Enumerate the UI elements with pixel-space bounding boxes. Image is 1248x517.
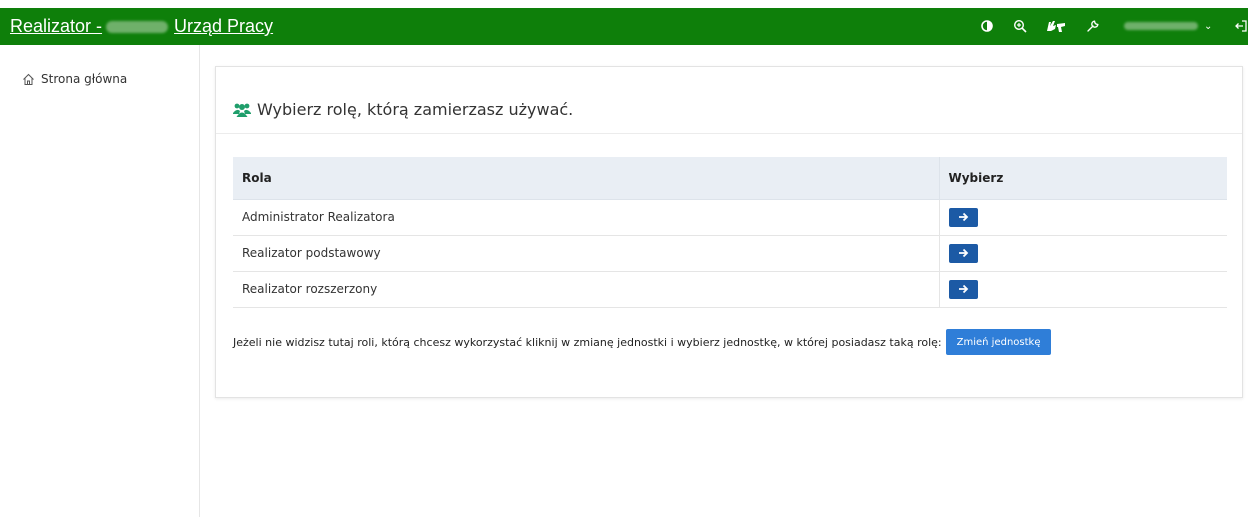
brand-prefix: Realizator -: [10, 16, 103, 36]
user-menu[interactable]: ⌄: [1124, 17, 1216, 35]
page-title: Wybierz rolę, którą zamierzasz używać.: [232, 100, 573, 119]
role-select-card: Wybierz rolę, którą zamierzasz używać. R…: [215, 66, 1243, 398]
sidebar-item-home[interactable]: Strona główna: [22, 72, 127, 86]
logout-icon[interactable]: [1232, 17, 1248, 35]
arrow-right-icon: [958, 284, 968, 294]
top-bar: Realizator - Urząd Pracy ⌄: [0, 8, 1248, 45]
brand-suffix: Urząd Pracy: [174, 16, 274, 36]
select-cell: [939, 235, 1227, 272]
column-header-select: Wybierz: [939, 157, 1227, 200]
redacted-username: [1124, 22, 1198, 30]
info-text: Jeżeli nie widzisz tutaj roli, którą chc…: [233, 335, 942, 349]
select-role-button[interactable]: [948, 279, 978, 299]
redacted-unit-name: [106, 21, 169, 34]
arrow-right-icon: [958, 212, 968, 222]
chevron-down-icon: ⌄: [1204, 20, 1213, 32]
role-name-cell: Administrator Realizatora: [233, 199, 940, 236]
sidebar: Strona główna: [0, 45, 200, 517]
sign-language-icon[interactable]: [1044, 17, 1068, 35]
info-line: Jeżeli nie widzisz tutaj roli, którą chc…: [233, 329, 1052, 355]
select-cell: [939, 271, 1227, 308]
role-name-cell: Realizator podstawowy: [233, 235, 940, 272]
table-header-row: Rola Wybierz: [233, 157, 1227, 200]
change-unit-button[interactable]: Zmień jednostkę: [945, 329, 1052, 355]
select-cell: [939, 199, 1227, 236]
contrast-icon[interactable]: [978, 17, 996, 35]
select-role-button[interactable]: [948, 207, 978, 227]
select-role-button[interactable]: [948, 243, 978, 263]
zoom-icon[interactable]: [1011, 17, 1029, 35]
home-icon: [23, 73, 34, 85]
wrench-icon[interactable]: [1084, 17, 1102, 35]
brand-link[interactable]: Realizator - Urząd Pracy: [10, 14, 273, 38]
users-icon: [233, 103, 251, 117]
table-row: Realizator podstawowy: [233, 235, 1227, 272]
role-name-cell: Realizator rozszerzony: [233, 271, 940, 308]
arrow-right-icon: [958, 248, 968, 258]
column-header-role: Rola: [233, 157, 940, 200]
table-row: Administrator Realizatora: [233, 199, 1227, 236]
card-header: Wybierz rolę, którą zamierzasz używać.: [216, 67, 1242, 134]
sidebar-item-label: Strona główna: [41, 72, 128, 86]
roles-table: Rola Wybierz Administrator Realizatora R…: [233, 157, 1227, 308]
page-title-text: Wybierz rolę, którą zamierzasz używać.: [257, 100, 574, 119]
table-row: Realizator rozszerzony: [233, 271, 1227, 308]
